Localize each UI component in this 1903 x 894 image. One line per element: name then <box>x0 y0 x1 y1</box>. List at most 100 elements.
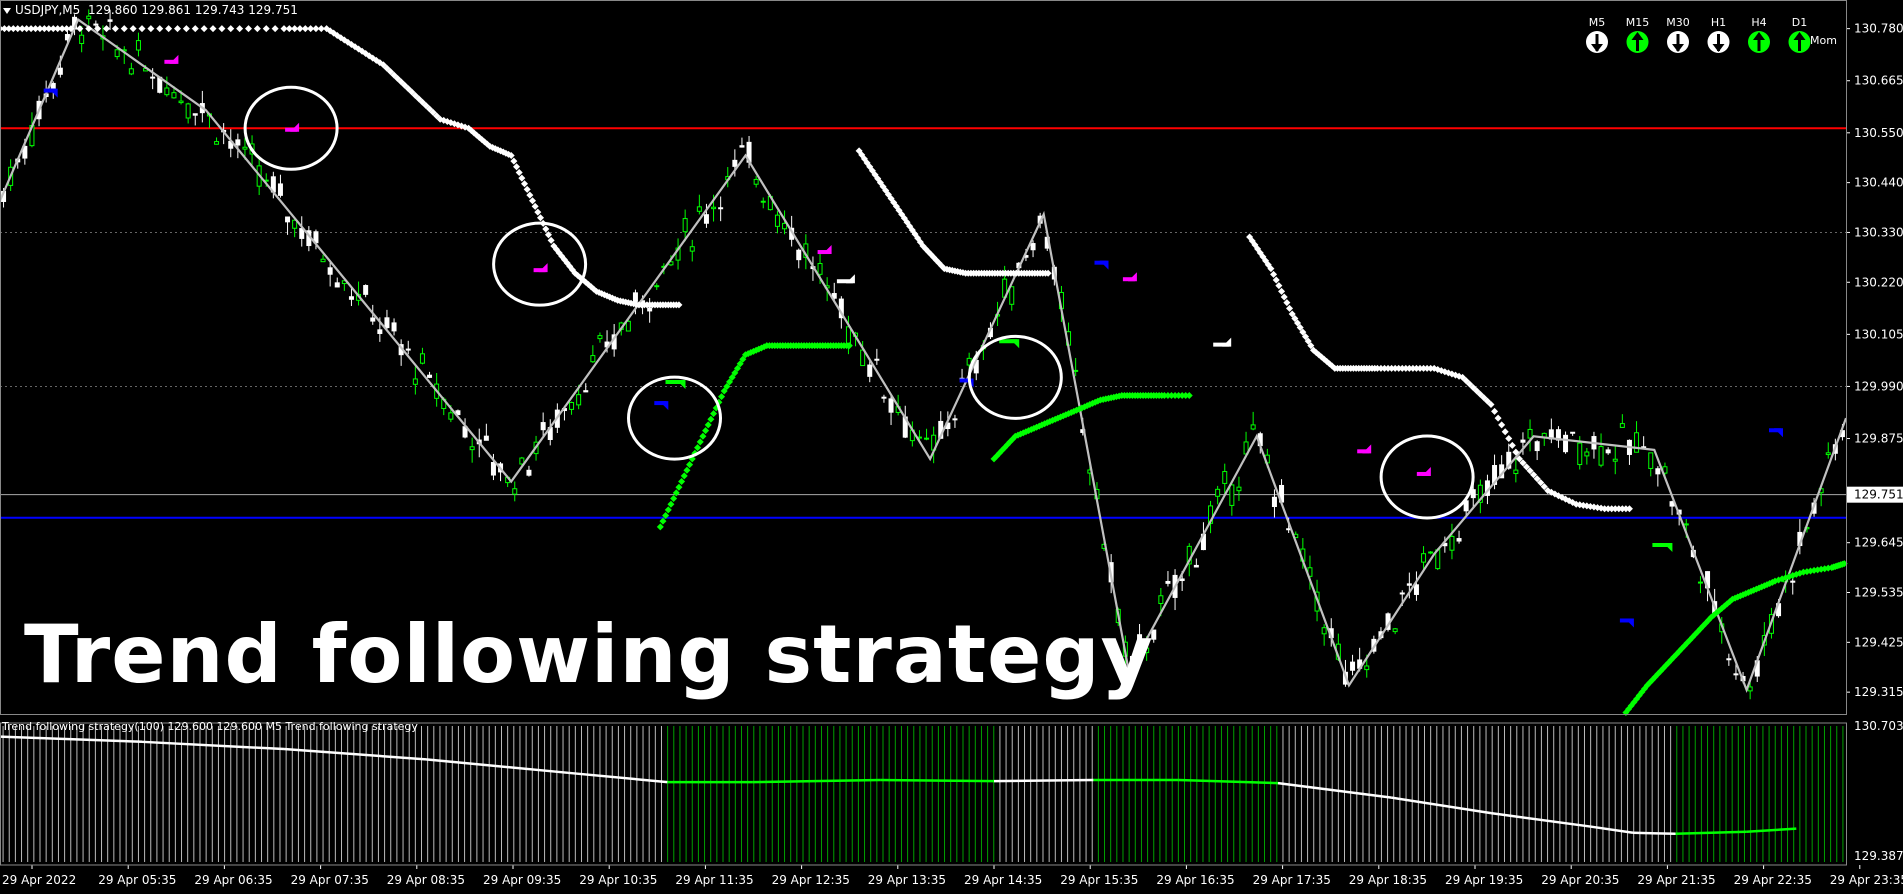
time-tick-label: 29 Apr 23:35 <box>1830 873 1903 887</box>
candle-body <box>1009 286 1015 305</box>
time-tick-label: 29 Apr 09:35 <box>483 873 561 887</box>
candle-body <box>625 320 631 332</box>
candle-body <box>171 92 177 99</box>
time-tick-label: 29 Apr 17:35 <box>1253 873 1331 887</box>
sub-price-label: 130.703 <box>1854 719 1903 733</box>
candle-body <box>363 285 369 295</box>
candle-body <box>874 358 880 361</box>
candle-body <box>1513 469 1519 475</box>
candle-body <box>1229 484 1235 506</box>
candle-body <box>405 348 411 351</box>
candle-body <box>1634 432 1640 453</box>
candle-body <box>1527 428 1533 439</box>
candle-body <box>1790 580 1796 583</box>
indicator-line-segment <box>993 778 1094 783</box>
candle-body <box>753 178 759 185</box>
time-tick-label: 29 Apr 08:35 <box>387 873 465 887</box>
candle-body <box>1534 441 1540 452</box>
candle-body <box>391 322 397 332</box>
candle-body <box>952 418 958 421</box>
time-tick-label: 29 Apr 14:35 <box>964 873 1042 887</box>
candle-body <box>583 390 589 393</box>
candle-body <box>214 141 220 145</box>
candle-body <box>1215 488 1221 497</box>
candle-body <box>1825 452 1831 456</box>
candle-body <box>1236 486 1242 492</box>
candle-body <box>107 19 113 22</box>
time-tick-label: 29 Apr 19:35 <box>1445 873 1523 887</box>
candle-body <box>1406 583 1412 586</box>
candle-body <box>540 422 546 431</box>
candle-body <box>1747 686 1753 692</box>
candle-body <box>370 317 376 322</box>
time-tick-label: 29 Apr 22:35 <box>1734 873 1812 887</box>
time-tick-label: 29 Apr 13:35 <box>868 873 946 887</box>
candle-body <box>128 68 134 75</box>
price-tick-label: 129.315 <box>1854 685 1903 699</box>
indicator-line-segment <box>1632 831 1676 836</box>
candle-body <box>703 214 709 224</box>
candle-body <box>1563 434 1569 453</box>
candle-body <box>114 49 120 58</box>
candle-body <box>1165 580 1171 584</box>
candle-body <box>1350 661 1356 671</box>
candle-body <box>419 353 425 364</box>
candle-body <box>924 437 930 440</box>
candle-body <box>732 159 738 167</box>
candle-body <box>1619 423 1625 428</box>
candle-body <box>632 292 638 302</box>
candle-body <box>384 317 390 329</box>
candle-body <box>569 402 575 410</box>
time-tick-label: 29 Apr 11:35 <box>675 873 753 887</box>
candle-body <box>597 335 603 340</box>
candle-body <box>1733 673 1739 676</box>
candle-body <box>1697 581 1703 584</box>
tf-label-M30: M30 <box>1666 16 1690 29</box>
candle-body <box>796 249 802 261</box>
candle-body <box>1158 595 1164 604</box>
candle-body <box>1222 471 1228 484</box>
candle-body <box>1179 578 1185 582</box>
candle-body <box>1421 553 1427 563</box>
candle-body <box>782 222 788 230</box>
candle-body <box>348 296 354 300</box>
candle-body <box>327 267 333 275</box>
candle-body <box>1271 496 1277 508</box>
candle-body <box>483 435 489 441</box>
candle-body <box>1193 564 1199 568</box>
candle-body <box>881 396 887 399</box>
candle-body <box>1726 658 1732 661</box>
candle-body <box>490 462 496 476</box>
candle-body <box>93 23 99 26</box>
chart-menu-icon[interactable] <box>3 7 11 14</box>
candle-body <box>1683 523 1689 526</box>
candle-body <box>711 206 717 210</box>
candle-body <box>1413 584 1419 595</box>
candle-body <box>647 307 653 312</box>
candle-body <box>150 76 156 79</box>
price-tick-label: 130.330 <box>1854 225 1903 239</box>
mom-label: Mom <box>1810 34 1837 47</box>
time-tick-label: 29 Apr 21:35 <box>1637 873 1715 887</box>
candle-body <box>689 246 695 252</box>
candle-body <box>1648 452 1654 469</box>
price-tick-label: 130.440 <box>1854 176 1903 190</box>
price-tick-label: 130.665 <box>1854 74 1903 88</box>
chart-frame: 130.780 130.665 130.550 130.440 130.330 130.2… <box>0 0 1903 894</box>
price-tick-label: 129.751 <box>1854 488 1903 502</box>
candle-body <box>1449 535 1455 551</box>
candle-body <box>164 87 170 96</box>
candle-body <box>377 329 383 334</box>
candle-body <box>412 378 418 385</box>
price-tick-label: 130.550 <box>1854 126 1903 140</box>
chart-header: USDJPY,M5 129.860 129.861 129.743 129.75… <box>3 3 298 17</box>
tf-label-M15: M15 <box>1626 16 1650 29</box>
candle-body <box>867 364 873 377</box>
candle-body <box>427 374 433 378</box>
tf-label-H1: H1 <box>1711 16 1726 29</box>
candle-body <box>1612 458 1618 462</box>
time-tick-label: 29 Apr 05:35 <box>98 873 176 887</box>
symbol-label: USDJPY,M5 <box>15 3 81 17</box>
candle-body <box>1577 442 1583 466</box>
time-tick-label: 29 Apr 06:35 <box>194 873 272 887</box>
